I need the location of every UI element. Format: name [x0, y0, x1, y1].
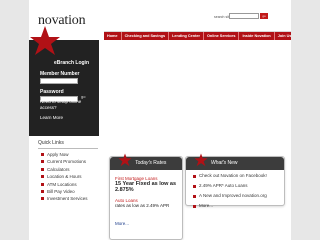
bullet-icon — [193, 204, 196, 208]
bullet-icon — [41, 153, 44, 156]
quick-link-label: Apply Now — [47, 152, 69, 157]
rates-title-suffix: Rates — [153, 160, 167, 166]
bullet-icon — [193, 174, 196, 178]
news-item-auto-loans[interactable]: 2.49% APR* Auto Loans — [191, 183, 279, 189]
rates-box-header: Today's Rates — [110, 153, 182, 170]
whats-new-box: What's New Check out Novation on Faceboo… — [185, 153, 285, 209]
bullet-icon — [41, 160, 44, 164]
login-title: eBranch Login — [54, 60, 90, 66]
quick-links-title: Quick Links — [38, 140, 98, 149]
quick-link-current-promotions[interactable]: Current Promotions — [38, 159, 98, 164]
member-number-label: Member Number — [40, 71, 80, 77]
nav-item-home[interactable]: Home — [104, 32, 122, 40]
nav-item-checking-savings[interactable]: Checking and Savings — [122, 32, 170, 40]
search-go-button[interactable]: go — [260, 13, 268, 19]
rates-title-prefix: Today's — [135, 160, 152, 166]
quick-link-atm-locations[interactable]: ATM Locations — [38, 182, 98, 187]
quick-link-label: ATM Locations — [47, 181, 77, 187]
bullet-icon — [41, 189, 44, 193]
bullet-icon — [41, 182, 44, 186]
nav-item-inside-novation[interactable]: Inside Novation — [239, 32, 275, 40]
page-container: novation search site go Home Checking an… — [29, 0, 291, 240]
bullet-icon — [41, 167, 44, 171]
news-more-link[interactable]: More... — [191, 203, 279, 209]
news-title-prefix: What's — [211, 160, 227, 166]
quick-link-apply-now[interactable]: Apply Now — [38, 152, 98, 157]
hero-area — [104, 40, 291, 136]
news-title-suffix: New — [227, 160, 238, 166]
news-item-facebook[interactable]: Check out Novation on Facebook! — [191, 173, 279, 179]
bullet-icon — [193, 184, 196, 188]
nav-item-lending-center[interactable]: Lending Center — [169, 32, 204, 40]
member-number-field[interactable] — [40, 78, 78, 84]
mortgage-rate-value: 2.875% — [115, 187, 134, 193]
news-item-new-site[interactable]: A New and Improved novation.org — [191, 193, 279, 199]
news-box-header: What's New — [186, 153, 284, 170]
quick-links: Quick Links Apply Now Current Promotions… — [38, 140, 98, 204]
nav-item-online-services[interactable]: Online Services — [204, 32, 240, 40]
rates-more-link[interactable]: More... — [115, 221, 177, 226]
star-icon — [29, 26, 61, 56]
learn-more-link[interactable]: Learn More — [40, 115, 63, 120]
ebranch-login-panel: eBranch Login Member Number Password — [29, 26, 99, 136]
todays-rates-box: Today's Rates First Mortgage Loans 15 Ye… — [109, 153, 183, 240]
quick-link-label: Bill Pay Video — [47, 188, 75, 194]
quick-link-calculators[interactable]: Calculators — [38, 167, 98, 172]
search-input[interactable] — [229, 13, 259, 19]
quick-link-label: Location & Hours — [47, 174, 82, 180]
setup-access-text: Need to setup online access? — [40, 99, 82, 110]
nav-item-join-us[interactable]: Join Us — [275, 32, 291, 40]
bullet-icon — [41, 175, 44, 179]
news-item-label: A New and Improved novation.org — [199, 193, 267, 198]
bullet-icon — [193, 194, 196, 198]
main-nav: Home Checking and Savings Lending Center… — [104, 31, 291, 40]
quick-link-label: Calculators — [47, 166, 70, 172]
quick-link-investment-services[interactable]: Investment Services — [38, 196, 98, 201]
news-item-label: 2.49% APR* Auto Loans — [199, 183, 248, 188]
auto-rate-line: rates as low as 2.49% APR — [115, 203, 170, 208]
quick-link-location-hours[interactable]: Location & Hours — [38, 174, 98, 179]
quick-link-bill-pay-video[interactable]: Bill Pay Video — [38, 189, 98, 194]
password-label: Password — [40, 89, 64, 95]
quick-link-label: Investment Services — [47, 196, 88, 202]
star-icon — [194, 153, 208, 173]
star-icon — [118, 153, 132, 173]
quick-link-label: Current Promotions — [47, 159, 87, 165]
bullet-icon — [41, 197, 44, 201]
news-more-label: More... — [199, 203, 214, 208]
news-item-label: Check out Novation on Facebook! — [199, 173, 267, 178]
